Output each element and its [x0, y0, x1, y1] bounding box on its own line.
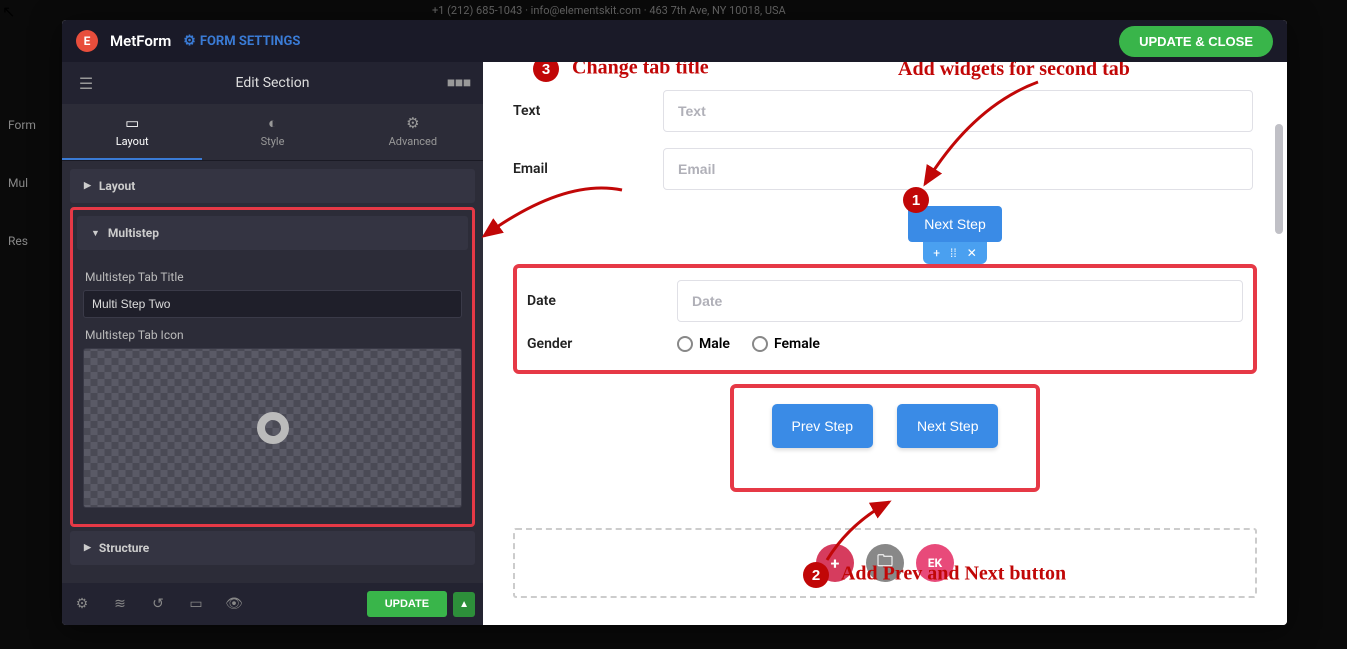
- prev-step-button[interactable]: Prev Step: [772, 404, 873, 448]
- email-widget-input[interactable]: [663, 148, 1253, 190]
- menu-icon[interactable]: ☰: [74, 74, 98, 93]
- preview-canvas: Text Email Next Step + ⁞⁞ ✕: [483, 62, 1287, 625]
- email-widget-label: Email: [513, 161, 663, 177]
- cursor-icon: ↖: [2, 2, 15, 21]
- tab-layout[interactable]: ▭ Layout: [62, 104, 202, 160]
- close-icon[interactable]: ✕: [967, 246, 977, 260]
- widget-tools[interactable]: + ⁞⁞ ✕: [923, 242, 987, 264]
- preview-icon[interactable]: 👁: [222, 596, 246, 612]
- panel-title: Edit Section: [98, 75, 447, 91]
- tab-style[interactable]: ◐ Style: [202, 104, 342, 160]
- layout-icon: ▭: [62, 114, 202, 132]
- settings-icon[interactable]: ⚙: [70, 596, 94, 612]
- add-icon[interactable]: +: [933, 246, 940, 260]
- multistep-title-input[interactable]: [83, 290, 462, 318]
- drag-icon[interactable]: ⁞⁞: [950, 246, 957, 260]
- accordion-multistep[interactable]: ▼ Multistep: [77, 216, 468, 250]
- annotation-box-3: ▼ Multistep Multistep Tab Title Multiste…: [70, 207, 475, 527]
- advanced-icon: ⚙: [343, 114, 483, 132]
- radio-icon: [677, 336, 693, 352]
- add-section-area[interactable]: + 🗀 EK: [513, 528, 1257, 598]
- elementor-logo-icon: E: [76, 30, 98, 52]
- elementskit-icon[interactable]: EK: [916, 544, 954, 582]
- text-widget-label: Text: [513, 103, 663, 119]
- brand-title: MetForm: [110, 32, 171, 50]
- annotation-box-2: Prev Step Next Step: [730, 384, 1040, 492]
- navigator-icon[interactable]: ≋: [108, 596, 132, 612]
- date-widget-input[interactable]: [677, 280, 1243, 322]
- add-section-icon[interactable]: +: [816, 544, 854, 582]
- scrollbar[interactable]: [1275, 124, 1283, 234]
- radio-male[interactable]: Male: [677, 336, 730, 352]
- annotation-1-text: Add widgets for second tab: [898, 62, 1130, 81]
- multistep-icon-picker[interactable]: [83, 348, 462, 508]
- next-step-button[interactable]: Next Step: [908, 206, 1001, 242]
- multistep-icon-label: Multistep Tab Icon: [85, 328, 462, 342]
- chevron-down-icon: ▼: [91, 228, 100, 239]
- radio-icon: [752, 336, 768, 352]
- radio-female[interactable]: Female: [752, 336, 820, 352]
- responsive-icon[interactable]: ▭: [184, 596, 208, 612]
- gender-widget-label: Gender: [527, 336, 677, 352]
- next-step-button-2[interactable]: Next Step: [897, 404, 998, 448]
- tab-advanced[interactable]: ⚙ Advanced: [343, 104, 483, 160]
- chevron-right-icon: ▶: [84, 543, 91, 553]
- page-contact-bar: +1 (212) 685-1043 · info@elementskit.com…: [432, 4, 786, 17]
- placeholder-circle-icon: [257, 412, 289, 444]
- background-nav: Form Mul Res: [8, 100, 64, 292]
- template-library-icon[interactable]: 🗀: [866, 544, 904, 582]
- style-icon: ◐: [202, 114, 342, 132]
- metform-modal: E MetForm ⚙ FORM SETTINGS UPDATE & CLOSE…: [62, 20, 1287, 625]
- gear-icon: ⚙: [183, 33, 196, 49]
- text-widget-input[interactable]: [663, 90, 1253, 132]
- form-settings-button[interactable]: ⚙ FORM SETTINGS: [183, 33, 300, 49]
- accordion-structure[interactable]: ▶ Structure: [70, 531, 475, 565]
- elementor-left-panel: ☰ Edit Section ⏹⏹⏹ ▭ Layout ◐ Style ⚙ Ad…: [62, 62, 483, 625]
- update-button[interactable]: UPDATE: [367, 591, 447, 617]
- annotation-3: 3 Change tab title: [533, 62, 709, 82]
- update-close-button[interactable]: UPDATE & CLOSE: [1119, 26, 1273, 57]
- chevron-right-icon: ▶: [84, 181, 91, 191]
- multistep-title-label: Multistep Tab Title: [85, 270, 462, 284]
- history-icon[interactable]: ↺: [146, 596, 170, 612]
- accordion-layout[interactable]: ▶ Layout: [70, 169, 475, 203]
- widgets-grid-icon[interactable]: ⏹⏹⏹: [447, 73, 471, 93]
- update-dropdown-button[interactable]: ▲: [453, 592, 475, 617]
- date-widget-label: Date: [527, 293, 677, 309]
- annotation-box-1: Date Gender Male Female: [513, 264, 1257, 374]
